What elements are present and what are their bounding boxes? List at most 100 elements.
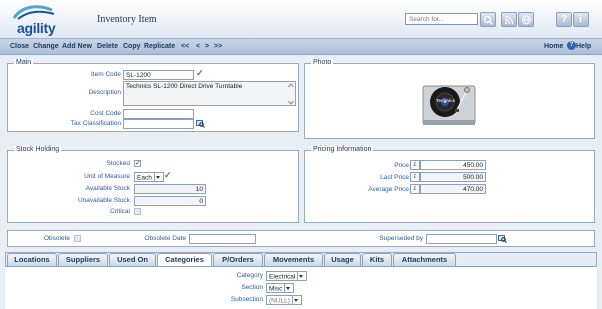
globe-icon [522, 15, 531, 25]
available-stock-label: Available Stock [85, 185, 130, 192]
obsolete-date-label: Obsolete Date [144, 235, 186, 242]
cost-code-field[interactable] [123, 109, 194, 119]
main-panel: Main Item Code SL-1200 ✓ Description Tec… [7, 59, 299, 132]
section-label: Section [241, 284, 263, 291]
delete-button[interactable]: Delete [97, 43, 118, 50]
obsolete-panel: Obsolete Obsolete Date Superseded by [7, 230, 595, 247]
main-legend: Main [14, 59, 34, 66]
tab-suppliers[interactable]: Suppliers [58, 253, 108, 266]
item-code-field[interactable]: SL-1200 [123, 70, 194, 80]
check-icon: ✓ [196, 68, 204, 78]
lookup-icon[interactable] [196, 120, 205, 128]
tab-used-on[interactable]: Used On [109, 253, 156, 266]
help-link[interactable]: Help [576, 43, 591, 50]
tab-categories[interactable]: Categories [157, 253, 212, 267]
search-icon [483, 15, 494, 25]
agility-logo[interactable]: agility [8, 4, 68, 36]
cost-code-label: Cost Code [90, 110, 121, 117]
subsection-value: (NULL) [269, 297, 290, 305]
price-label: Price [394, 162, 409, 169]
critical-label: Critical [110, 208, 130, 215]
photo-legend: Photo [311, 59, 334, 66]
pricing-legend: Pricing Information [311, 146, 374, 153]
last-price-label: Last Price [380, 174, 409, 181]
tab-kits[interactable]: Kits [362, 253, 392, 266]
superseded-by-label: Superseded by [379, 235, 423, 242]
pricing-panel: Pricing Information Price £ 450.00 Last … [304, 146, 595, 223]
categories-tab-content: Category Electrical Section Misc Subsect… [5, 266, 597, 309]
help-circle-icon: ? [567, 41, 576, 50]
toolbar: Close Change Add New Delete Copy Replica… [0, 39, 602, 55]
currency-icon: £ [410, 184, 420, 194]
tab-movements[interactable]: Movements [264, 253, 323, 266]
home-link[interactable]: Home [544, 43, 563, 50]
last-record-button[interactable]: >> [214, 43, 222, 50]
next-record-button[interactable]: > [205, 43, 209, 50]
chevron-down-icon [284, 284, 291, 292]
tax-classification-label: Tax Classification [70, 120, 121, 127]
globe-button[interactable] [518, 12, 534, 27]
add-new-button[interactable]: Add New [62, 43, 92, 50]
check-icon: ✓ [164, 170, 172, 180]
unavailable-stock-label: Unavailable Stock [77, 197, 130, 204]
unit-of-measure-select[interactable]: Each [134, 172, 164, 182]
photo-panel: Photo Technics [304, 59, 595, 139]
unavailable-stock-field[interactable]: 0 [134, 196, 206, 206]
info-button[interactable]: i [573, 12, 589, 27]
help-button[interactable]: ? [556, 12, 572, 27]
tab-usage[interactable]: Usage [324, 253, 361, 266]
search-input[interactable] [405, 13, 478, 25]
rss-button[interactable] [501, 12, 517, 27]
question-icon: ? [561, 14, 568, 25]
category-label: Category [236, 272, 263, 279]
scrollbar[interactable] [288, 83, 294, 105]
tab-p-orders[interactable]: P/Orders [213, 253, 263, 266]
close-button[interactable]: Close [10, 43, 29, 50]
tab-locations[interactable]: Locations [7, 253, 57, 266]
stock-holding-panel: Stock Holding Stocked Unit of Measure Ea… [7, 146, 299, 223]
subsection-label: Subsection [230, 296, 263, 303]
page-title: Inventory Item [97, 14, 157, 25]
section-select[interactable]: Misc [266, 283, 295, 293]
section-value: Misc [269, 285, 283, 293]
description-text: Technics SL-1200 Direct Drive Turntable [126, 83, 243, 90]
item-code-label: Item Code [91, 71, 121, 78]
description-label: Description [88, 89, 121, 96]
currency-icon: £ [410, 172, 420, 182]
superseded-by-field[interactable] [426, 234, 497, 244]
tab-attachments[interactable]: Attachments [393, 253, 456, 266]
critical-checkbox[interactable] [134, 208, 141, 215]
description-field[interactable]: Technics SL-1200 Direct Drive Turntable [123, 81, 296, 106]
stocked-checkbox[interactable] [134, 159, 141, 167]
search-button[interactable] [480, 12, 496, 27]
price-field[interactable]: 450.00 [420, 160, 486, 170]
brand-label: Technics [436, 98, 456, 103]
chevron-down-icon [291, 296, 299, 304]
info-icon: i [579, 14, 582, 25]
obsolete-label: Obsolete [43, 235, 70, 242]
unit-of-measure-value: Each [137, 174, 152, 182]
average-price-label: Average Price [368, 186, 409, 193]
stock-legend: Stock Holding [14, 146, 62, 153]
lookup-icon[interactable] [498, 235, 507, 243]
available-stock-field[interactable]: 10 [134, 184, 206, 194]
last-price-field[interactable]: 500.00 [420, 172, 486, 182]
currency-icon: £ [410, 160, 420, 170]
stocked-label: Stocked [106, 160, 131, 167]
subsection-select[interactable]: (NULL) [266, 295, 302, 305]
first-record-button[interactable]: << [181, 43, 189, 50]
replicate-button[interactable]: Replicate [144, 43, 175, 50]
average-price-field[interactable]: 470.00 [420, 184, 486, 194]
obsolete-checkbox[interactable] [74, 235, 81, 242]
change-button[interactable]: Change [33, 43, 59, 50]
chevron-down-icon [153, 173, 161, 181]
copy-button[interactable]: Copy [123, 43, 141, 50]
chevron-down-icon [297, 272, 304, 280]
logo-text: agility [17, 20, 56, 36]
previous-record-button[interactable]: < [196, 43, 200, 50]
obsolete-date-field[interactable] [189, 234, 256, 244]
rss-icon [504, 15, 514, 25]
tax-classification-field[interactable] [123, 119, 194, 129]
app-header: agility Inventory Item ? i [0, 0, 602, 39]
category-select[interactable]: Electrical [266, 271, 308, 281]
